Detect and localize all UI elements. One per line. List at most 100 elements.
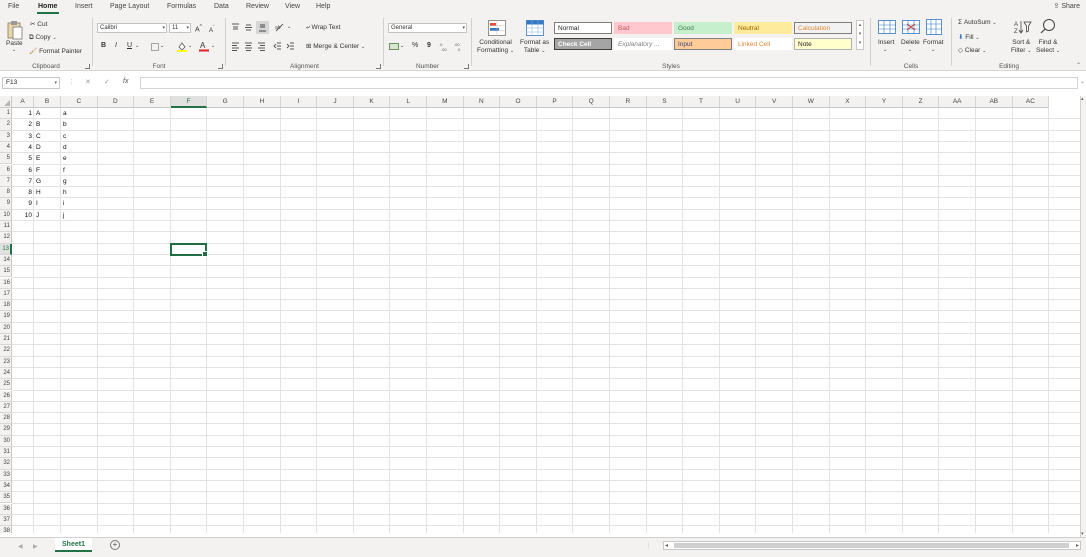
- align-left-icon[interactable]: [231, 42, 240, 53]
- format-painter-button[interactable]: 🖌 Format Painter: [29, 47, 82, 55]
- accounting-dropdown-icon[interactable]: ⌄: [400, 42, 404, 51]
- number-launcher-icon[interactable]: [464, 64, 469, 69]
- column-header-g[interactable]: G: [207, 96, 244, 108]
- borders-icon[interactable]: [151, 43, 159, 53]
- decrease-font-size-button[interactable]: Aˇ: [209, 24, 215, 36]
- decrease-indent-icon[interactable]: [273, 42, 282, 53]
- row-header-5[interactable]: 5: [0, 153, 12, 165]
- fill-button[interactable]: ⬇ Fill ⌄: [958, 33, 980, 41]
- column-header-y[interactable]: Y: [866, 96, 903, 108]
- comma-style-button[interactable]: 9: [427, 41, 431, 50]
- cell-style-explanatory[interactable]: Explanatory ...: [614, 38, 672, 50]
- format-as-table-icon[interactable]: [526, 20, 544, 38]
- cell-b3[interactable]: C: [36, 131, 59, 142]
- format-cells-icon[interactable]: [926, 19, 942, 37]
- cell-style-bad[interactable]: Bad: [614, 22, 672, 34]
- row-header-38[interactable]: 38: [0, 526, 12, 533]
- cancel-icon[interactable]: ✕: [85, 78, 91, 86]
- column-header-ab[interactable]: AB: [976, 96, 1013, 108]
- column-header-f[interactable]: F: [170, 96, 208, 108]
- alignment-launcher-icon[interactable]: [376, 64, 381, 69]
- column-header-x[interactable]: X: [829, 96, 867, 108]
- scrollbar-thumb[interactable]: [674, 543, 1069, 548]
- font-size-combo[interactable]: 11 ▾: [169, 23, 191, 33]
- borders-dropdown-icon[interactable]: ⌄: [160, 42, 164, 51]
- row-header-20[interactable]: 20: [0, 322, 12, 334]
- underline-button[interactable]: U: [127, 41, 132, 50]
- cell-b9[interactable]: I: [36, 198, 59, 209]
- name-box[interactable]: F13 ▾: [2, 77, 60, 89]
- column-header-b[interactable]: B: [34, 96, 61, 108]
- column-header-k[interactable]: K: [353, 96, 391, 108]
- orientation-icon[interactable]: ab: [275, 23, 285, 34]
- enter-icon[interactable]: ✓: [104, 78, 110, 86]
- cell-b7[interactable]: G: [36, 176, 59, 187]
- row-header-6[interactable]: 6: [0, 164, 12, 176]
- cell-a7[interactable]: 7: [14, 176, 32, 187]
- row-header-2[interactable]: 2: [0, 119, 12, 131]
- cell-a3[interactable]: 3: [14, 131, 32, 142]
- tab-file[interactable]: File: [8, 3, 19, 10]
- row-header-14[interactable]: 14: [0, 254, 12, 267]
- cell-a5[interactable]: 5: [14, 153, 32, 164]
- row-header-18[interactable]: 18: [0, 300, 12, 312]
- tab-page-layout[interactable]: Page Layout: [110, 3, 149, 10]
- decrease-decimal-icon[interactable]: .00.0: [454, 41, 465, 54]
- delete-cells-icon[interactable]: [902, 20, 920, 36]
- sheet-tab-sheet1[interactable]: Sheet1: [55, 538, 92, 552]
- align-top-icon[interactable]: [231, 23, 240, 34]
- column-header-c[interactable]: C: [61, 96, 98, 108]
- row-header-10[interactable]: 10: [0, 209, 12, 221]
- font-color-dropdown-icon[interactable]: ⌄: [211, 42, 215, 51]
- wrap-text-button[interactable]: ⤶ Wrap Text: [306, 24, 340, 32]
- column-header-v[interactable]: V: [756, 96, 793, 108]
- number-format-combo[interactable]: General ▾: [388, 23, 467, 33]
- column-header-l[interactable]: L: [390, 96, 427, 108]
- cell-c6[interactable]: f: [63, 165, 96, 176]
- scroll-left-icon[interactable]: ◂: [665, 542, 668, 549]
- cell-a10[interactable]: 10: [14, 210, 32, 221]
- increase-decimal-icon[interactable]: .0.00: [439, 41, 450, 54]
- grid-canvas[interactable]: A B C D E F G H I J K L M N O P Q R S T U V W X Y Z AA AB AC 1 2 3 4 5 6 7 8…: [0, 96, 1086, 533]
- delete-button[interactable]: Delete: [901, 39, 920, 46]
- cell-b1[interactable]: A: [36, 108, 59, 119]
- cell-a4[interactable]: 4: [14, 142, 32, 153]
- cell-c8[interactable]: h: [63, 187, 96, 198]
- column-header-z[interactable]: Z: [902, 96, 940, 108]
- sort-filter-icon[interactable]: AZ: [1014, 19, 1032, 37]
- chevron-down-icon[interactable]: ⌄: [908, 47, 912, 53]
- row-header-30[interactable]: 30: [0, 435, 12, 447]
- row-header-8[interactable]: 8: [0, 187, 12, 199]
- cell-c9[interactable]: i: [63, 198, 96, 209]
- cell-c4[interactable]: d: [63, 142, 96, 153]
- collapse-ribbon-icon[interactable]: ⌃: [1076, 62, 1081, 69]
- cell-b8[interactable]: H: [36, 187, 59, 198]
- column-header-e[interactable]: E: [134, 96, 171, 108]
- merge-center-button[interactable]: ⊞ Merge & Center ⌄: [306, 42, 365, 50]
- format-button[interactable]: Format: [923, 39, 944, 46]
- conditional-formatting-button[interactable]: Conditional Formatting ⌄: [477, 39, 514, 55]
- column-header-t[interactable]: T: [683, 96, 720, 108]
- formula-input[interactable]: [140, 77, 1078, 89]
- cell-c2[interactable]: b: [63, 119, 96, 130]
- column-header-m[interactable]: M: [427, 96, 464, 108]
- column-header-p[interactable]: P: [536, 96, 574, 108]
- row-header-4[interactable]: 4: [0, 141, 12, 154]
- cell-b10[interactable]: J: [36, 210, 59, 221]
- column-header-h[interactable]: H: [244, 96, 281, 108]
- column-header-w[interactable]: W: [793, 96, 830, 108]
- row-header-19[interactable]: 19: [0, 311, 12, 323]
- cell-style-neutral[interactable]: Neutral: [734, 22, 792, 34]
- row-header-13[interactable]: 13: [0, 243, 12, 255]
- percent-style-button[interactable]: %: [412, 41, 418, 50]
- row-header-12[interactable]: 12: [0, 232, 12, 244]
- paste-dropdown-icon[interactable]: ⌄: [12, 47, 16, 53]
- cell-c1[interactable]: a: [63, 108, 96, 119]
- row-header-1[interactable]: 1: [0, 108, 12, 120]
- paste-icon[interactable]: [7, 20, 23, 42]
- fill-color-icon[interactable]: [177, 41, 187, 54]
- cell-style-good[interactable]: Good: [674, 22, 732, 34]
- cell-b5[interactable]: E: [36, 153, 59, 164]
- align-bottom-icon[interactable]: [256, 21, 269, 34]
- tab-review[interactable]: Review: [246, 3, 269, 10]
